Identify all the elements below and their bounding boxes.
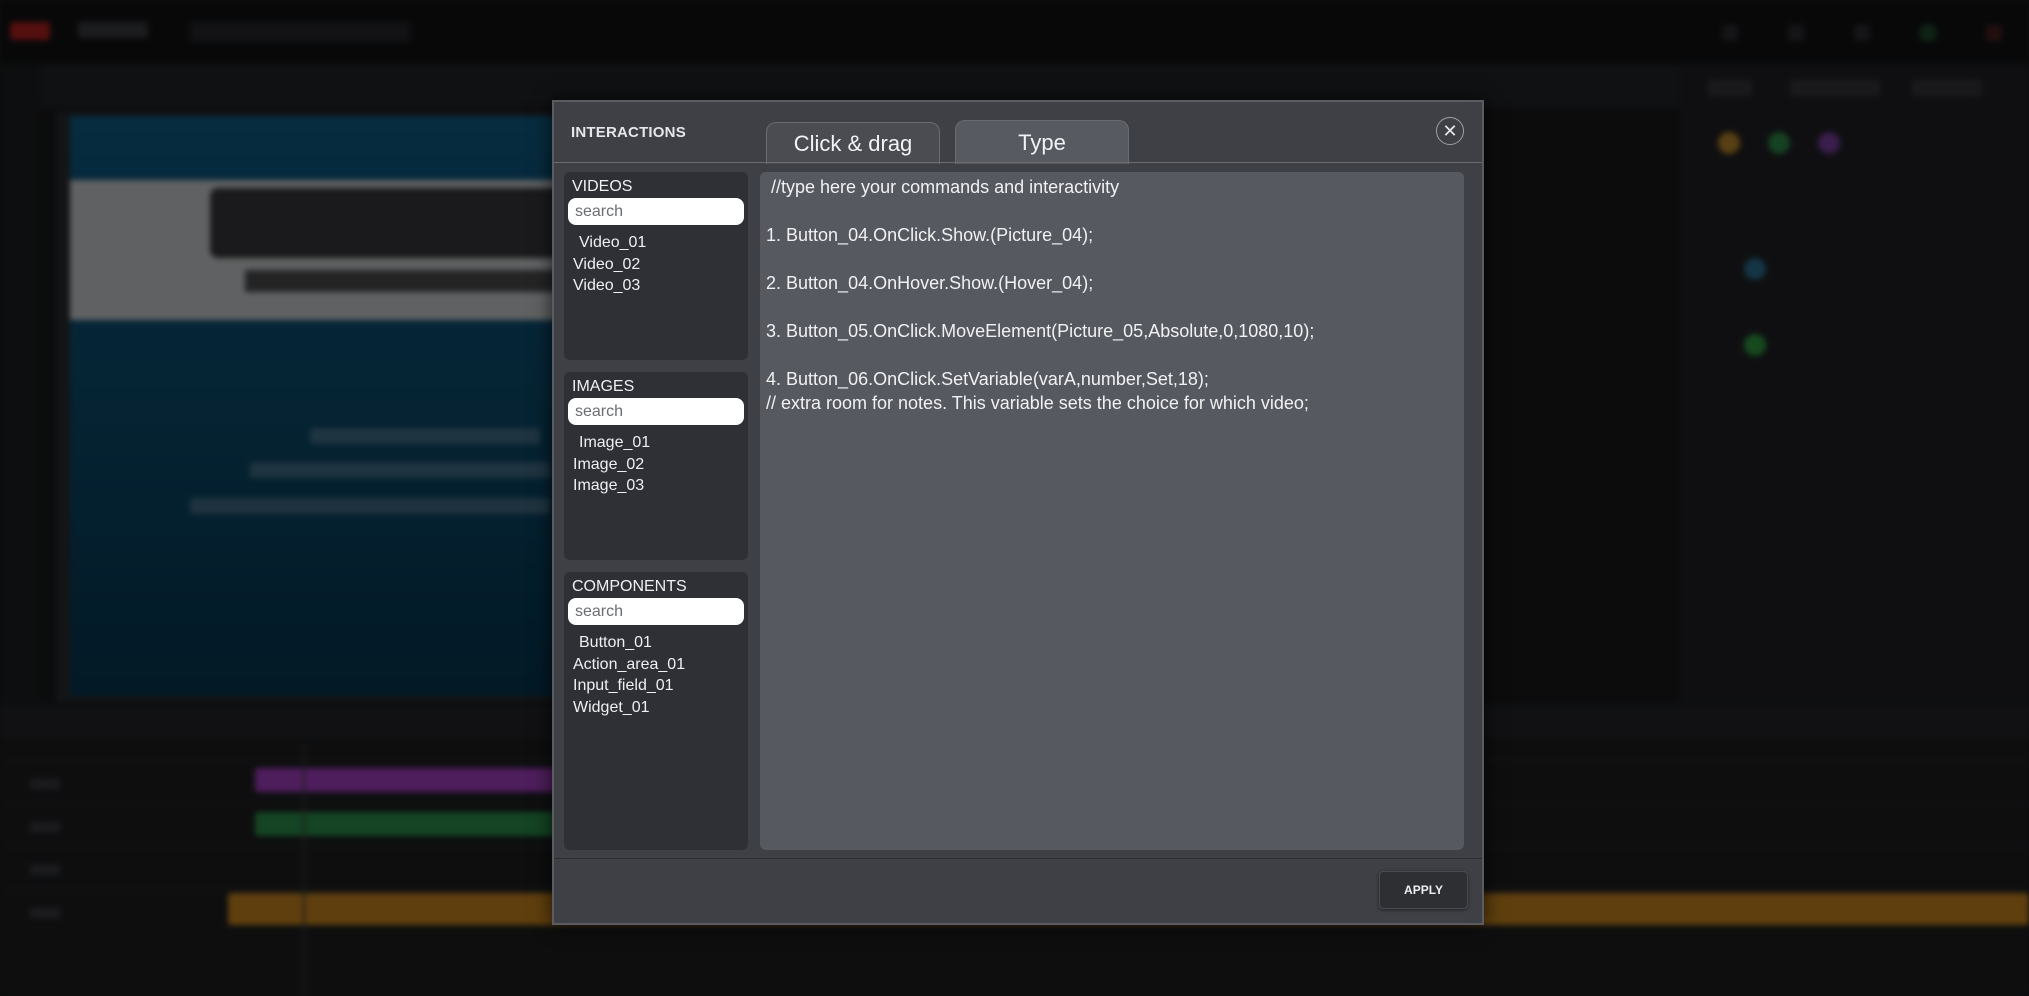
- editor-line: 1. Button_04.OnClick.Show.(Picture_04);: [766, 225, 1094, 245]
- list-item[interactable]: Video_03: [573, 275, 646, 297]
- editor-line: // extra room for notes. This variable s…: [766, 393, 1309, 413]
- components-panel: COMPONENTS Button_01 Action_area_01 Inpu…: [564, 572, 748, 850]
- images-search-input[interactable]: [568, 398, 744, 425]
- list-item[interactable]: Image_03: [573, 475, 650, 497]
- close-icon: ✕: [1442, 121, 1458, 141]
- list-item[interactable]: Image_02: [573, 454, 650, 476]
- list-item[interactable]: Input_field_01: [573, 675, 685, 697]
- command-editor[interactable]: //type here your commands and interactiv…: [760, 172, 1464, 850]
- editor-line: //type here your commands and interactiv…: [766, 177, 1120, 197]
- videos-search-input[interactable]: [568, 198, 744, 225]
- editor-line: 4. Button_06.OnClick.SetVariable(varA,nu…: [766, 369, 1209, 389]
- components-list: Button_01 Action_area_01 Input_field_01 …: [573, 632, 685, 718]
- list-item[interactable]: Image_01: [573, 432, 650, 454]
- tab-type[interactable]: Type: [955, 120, 1129, 164]
- dialog-title: INTERACTIONS: [571, 124, 686, 141]
- images-panel-title: IMAGES: [572, 378, 635, 395]
- tab-click-and-drag[interactable]: Click & drag: [766, 122, 940, 164]
- list-item[interactable]: Video_02: [573, 254, 646, 276]
- editor-line: 3. Button_05.OnClick.MoveElement(Picture…: [766, 321, 1315, 341]
- list-item[interactable]: Video_01: [573, 232, 646, 254]
- videos-panel: VIDEOS Video_01 Video_02 Video_03: [564, 172, 748, 360]
- interactions-dialog: INTERACTIONS Click & drag Type ✕ VIDEOS …: [552, 100, 1484, 925]
- apply-button[interactable]: APPLY: [1379, 871, 1468, 909]
- list-item[interactable]: Widget_01: [573, 697, 685, 719]
- components-panel-title: COMPONENTS: [572, 578, 687, 595]
- dialog-header: INTERACTIONS Click & drag Type ✕: [554, 102, 1482, 164]
- components-search-input[interactable]: [568, 598, 744, 625]
- header-divider: [554, 162, 1482, 163]
- close-button[interactable]: ✕: [1436, 117, 1464, 145]
- footer-divider: [554, 858, 1482, 859]
- images-panel: IMAGES Image_01 Image_02 Image_03: [564, 372, 748, 560]
- list-item[interactable]: Action_area_01: [573, 654, 685, 676]
- videos-panel-title: VIDEOS: [572, 178, 633, 195]
- editor-line: 2. Button_04.OnHover.Show.(Hover_04);: [766, 273, 1094, 293]
- list-item[interactable]: Button_01: [573, 632, 685, 654]
- videos-list: Video_01 Video_02 Video_03: [573, 232, 646, 297]
- images-list: Image_01 Image_02 Image_03: [573, 432, 650, 497]
